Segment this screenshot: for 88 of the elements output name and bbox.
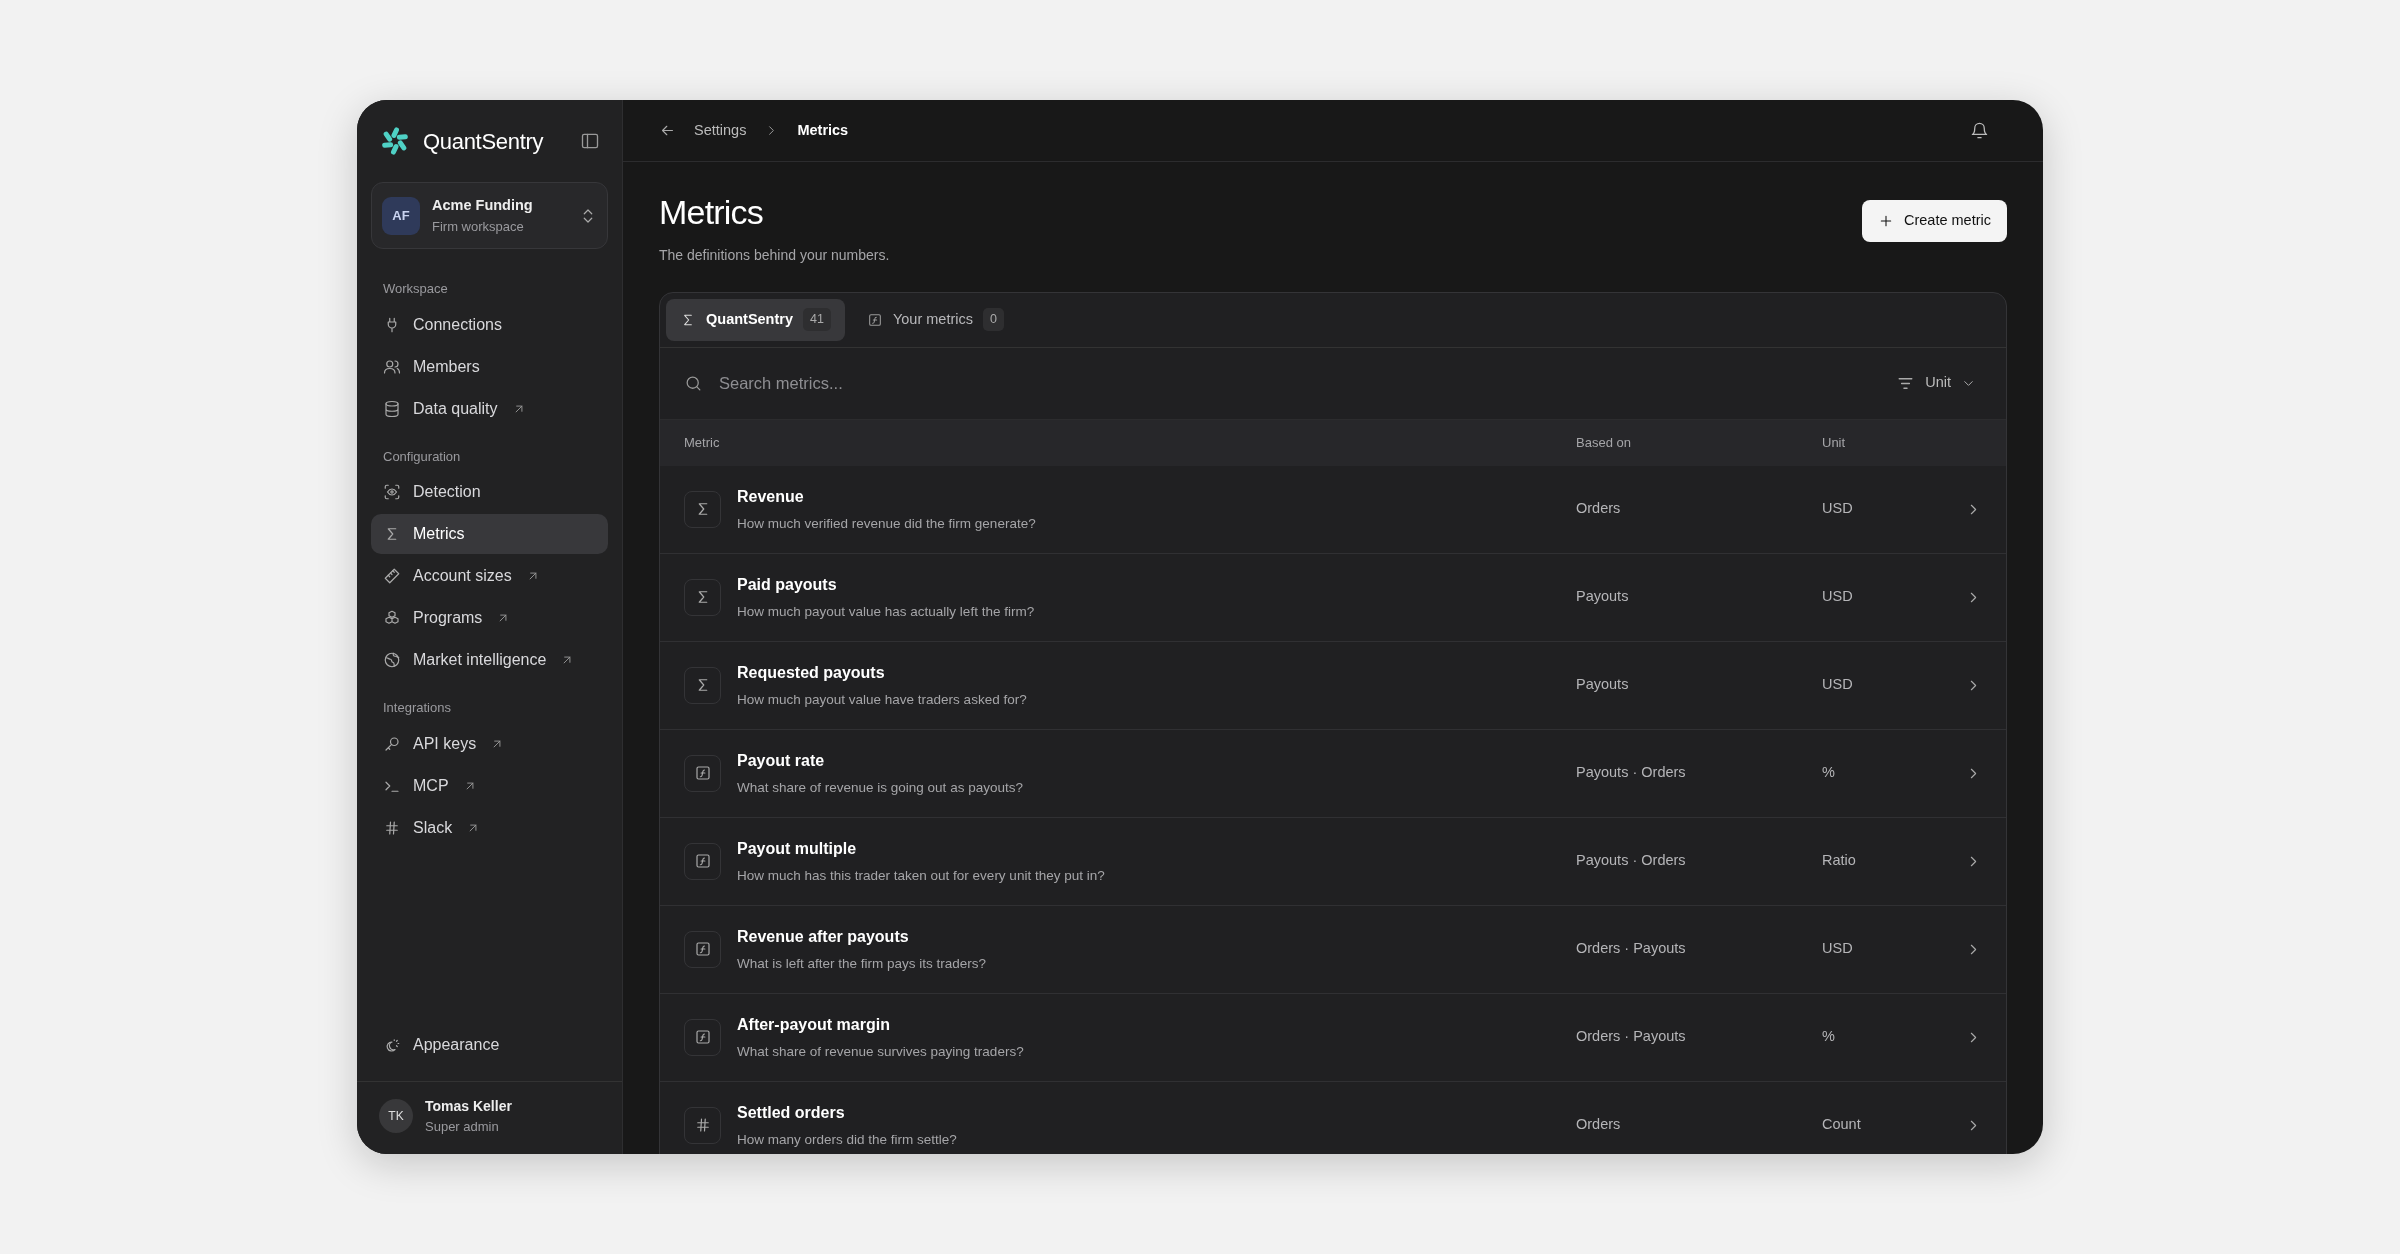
nav-item[interactable]: Data quality — [371, 388, 608, 429]
function-icon — [684, 754, 721, 792]
metric-description: How much verified revenue did the firm generate? — [737, 514, 1036, 533]
count-badge: 41 — [803, 308, 831, 332]
column-header: Based on — [1576, 434, 1632, 453]
function-icon — [684, 842, 721, 880]
metric-description: What share of revenue survives paying traders? — [737, 1042, 1024, 1061]
section-label: Workspace — [382, 280, 449, 299]
metric-description: How much payout value has actually left the firm? — [737, 602, 1035, 621]
workspace-switcher[interactable]: AF Acme Funding Firm workspace — [371, 182, 608, 250]
unit-filter-button[interactable]: Unit — [1890, 371, 1982, 396]
column-header: Metric — [684, 434, 721, 453]
nav-item[interactable]: Detection — [371, 472, 608, 513]
column-header: Unit — [1822, 434, 1847, 453]
function-icon — [866, 311, 883, 328]
nav-item[interactable]: API keys — [371, 723, 608, 764]
page-title: Metrics — [659, 192, 764, 233]
metric-description: How much has this trader taken out for every unit they put in? — [737, 866, 1105, 885]
database-icon — [383, 399, 401, 418]
nav-item[interactable]: Programs — [371, 598, 608, 639]
metric-description: What is left after the firm pays its traders? — [737, 954, 987, 973]
metric-description: How many orders did the firm settle? — [737, 1130, 957, 1149]
nav-item[interactable]: Appearance — [371, 1024, 608, 1065]
based-on-cell-text: Payouts — [1576, 587, 1630, 607]
nav-item[interactable]: Market intelligence — [371, 640, 608, 681]
section-label: Configuration — [382, 447, 462, 466]
nav-item[interactable]: Connections — [371, 304, 608, 345]
nav-item[interactable]: MCP — [371, 765, 608, 806]
based-on-cell-text: Payouts — [1576, 675, 1630, 695]
key-icon — [383, 734, 401, 753]
unit-cell-text: USD — [1822, 939, 1854, 959]
based-on-cell-text: Orders — [1576, 499, 1622, 519]
metric-name[interactable]: Requested payouts — [737, 660, 1027, 685]
based-on-cell-text: Orders · Payouts — [1576, 939, 1687, 959]
breadcrumb-item: Metrics — [797, 120, 849, 140]
sigma-icon — [684, 666, 721, 704]
unit-cell-text: Ratio — [1822, 851, 1857, 871]
unit-cell-text: USD — [1822, 587, 1854, 607]
function-icon — [684, 1018, 721, 1056]
notification-bell-icon[interactable] — [1970, 121, 1989, 140]
based-on-cell-text: Orders · Payouts — [1576, 1027, 1687, 1047]
nav-item[interactable]: Members — [371, 346, 608, 387]
user-name: Tomas Keller — [425, 1096, 512, 1116]
user-avatar: TK — [379, 1098, 413, 1133]
ruler-icon — [383, 567, 401, 586]
create-metric-button[interactable]: Create metric — [1861, 200, 2007, 242]
hash-icon — [383, 818, 401, 837]
workspace-avatar: AF — [382, 196, 420, 235]
sidebar-toggle-icon[interactable] — [580, 131, 600, 151]
based-on-cell-text: Orders — [1576, 1115, 1622, 1135]
page-subtitle: The definitions behind your numbers. — [659, 245, 890, 265]
logo-icon — [379, 125, 411, 157]
unit-cell-text: USD — [1822, 675, 1854, 695]
workspace-name: Acme Funding — [432, 196, 533, 215]
unit-cell-text: Count — [1822, 1115, 1862, 1135]
breadcrumb-item[interactable]: Settings — [694, 119, 747, 142]
nav-item[interactable]: Metrics — [371, 514, 608, 555]
tab[interactable]: Your metrics 0 — [852, 298, 1018, 341]
metric-description: How much payout value have traders asked for? — [737, 690, 1027, 709]
metric-name[interactable]: Paid payouts — [737, 572, 1035, 597]
brand-name: QuantSentry — [423, 127, 544, 156]
tab[interactable]: QuantSentry 41 — [666, 298, 845, 341]
metric-name[interactable]: Revenue after payouts — [737, 924, 987, 949]
metric-name[interactable]: Settled orders — [737, 1100, 957, 1125]
unit-cell-text: % — [1822, 763, 1836, 783]
unit-cell-text: % — [1822, 1027, 1836, 1047]
search-field[interactable]: Search metrics... — [717, 369, 1877, 397]
metric-name[interactable]: Payout rate — [737, 748, 1023, 773]
unit-cell-text: USD — [1822, 499, 1854, 519]
nav-item[interactable]: Account sizes — [371, 556, 608, 597]
based-on-cell-text: Payouts · Orders — [1576, 763, 1687, 783]
globe-icon — [383, 651, 401, 670]
count-badge: 0 — [983, 308, 1004, 332]
metric-description: What share of revenue is going out as payouts? — [737, 778, 1023, 797]
workspace-subtitle: Firm workspace — [432, 217, 525, 236]
nav-item[interactable]: Slack — [371, 807, 608, 848]
function-icon — [684, 930, 721, 968]
metric-name[interactable]: Payout multiple — [737, 836, 1105, 861]
eye-scan-icon — [383, 483, 401, 502]
sigma-icon — [684, 490, 721, 528]
sigma-icon — [684, 578, 721, 616]
hash-icon — [684, 1106, 721, 1144]
based-on-cell-text: Payouts · Orders — [1576, 851, 1687, 871]
metric-name[interactable]: Revenue — [737, 484, 1036, 509]
section-label: Integrations — [382, 699, 452, 718]
users-icon — [383, 357, 401, 376]
user-role: Super admin — [425, 1117, 500, 1136]
metric-name[interactable]: After-payout margin — [737, 1012, 1024, 1037]
